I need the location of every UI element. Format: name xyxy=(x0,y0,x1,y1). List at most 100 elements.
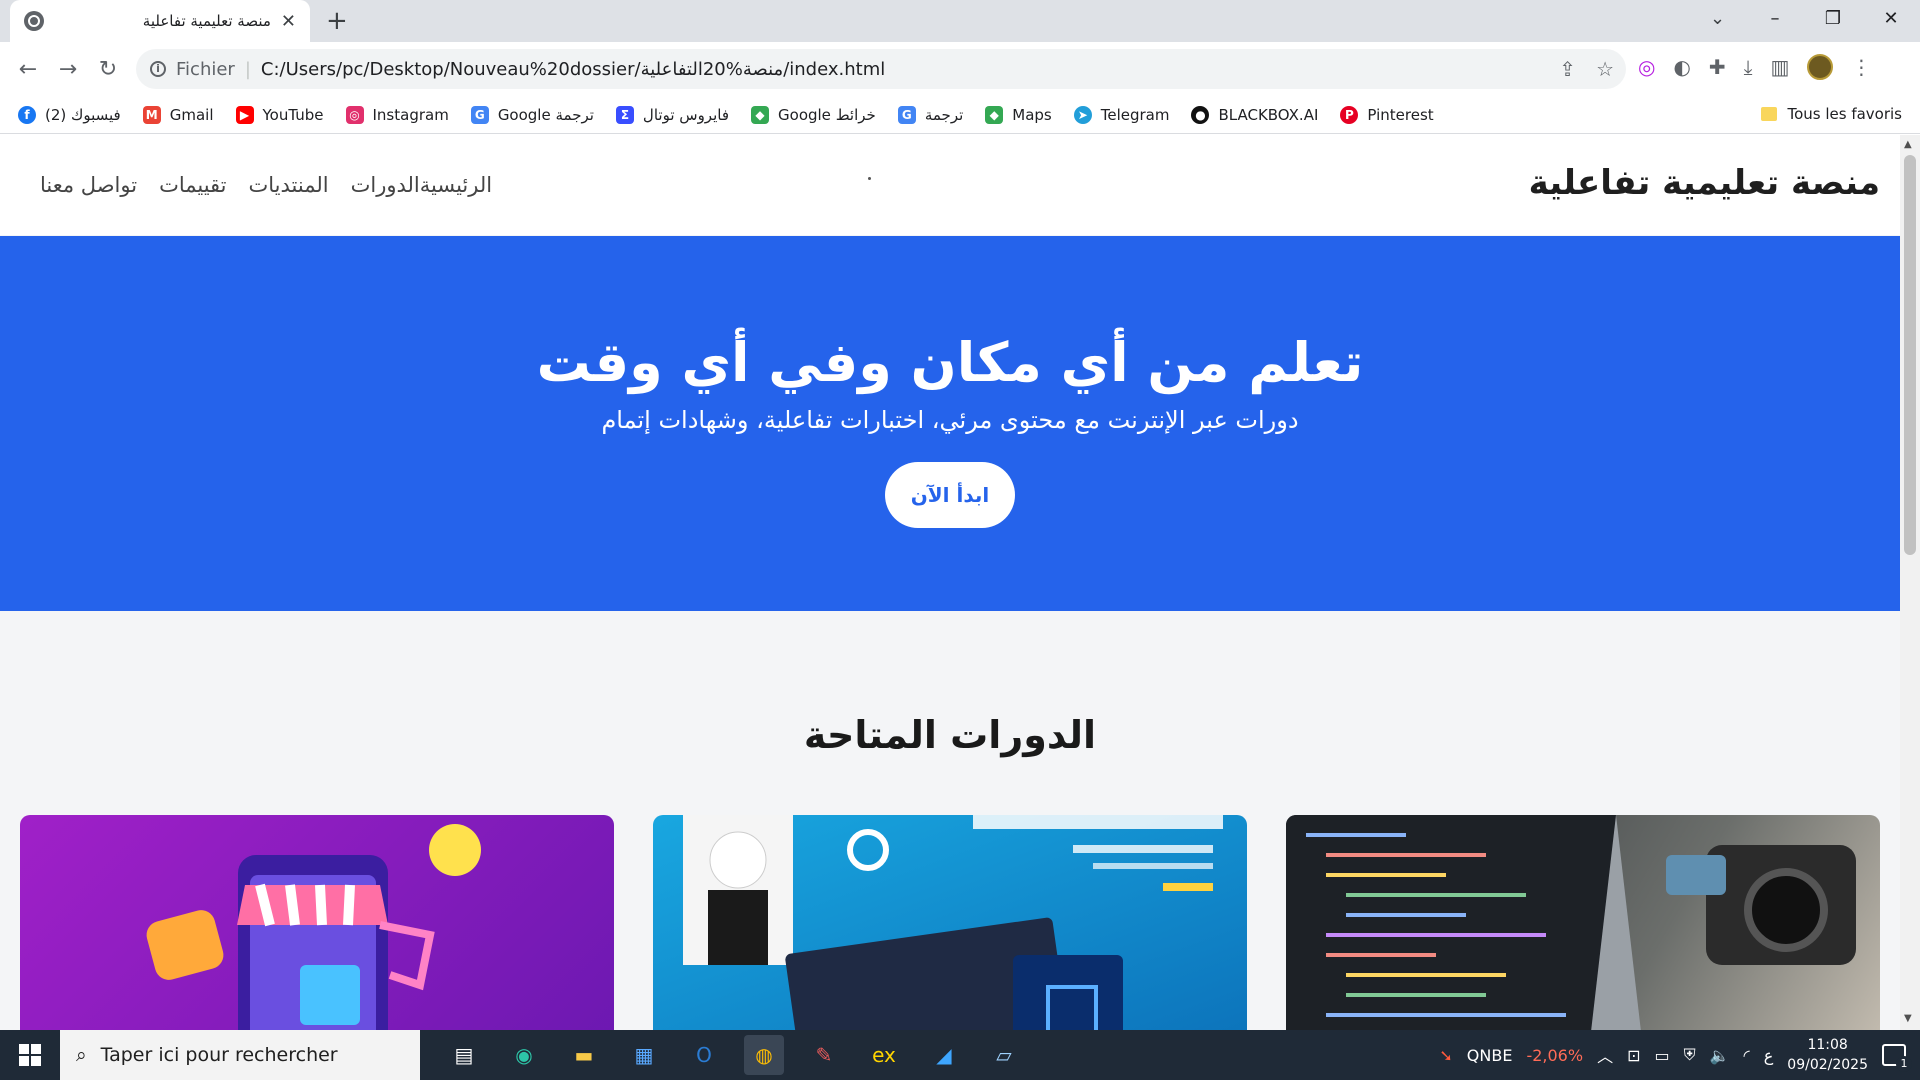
gmail-icon: M xyxy=(142,105,161,124)
hero-title: تعلم من أي مكان وفي أي وقت xyxy=(536,331,1364,394)
course-card-graphic-design[interactable] xyxy=(653,815,1247,1030)
bookmark-label: Google خرائط xyxy=(778,105,876,124)
bookmark-label: Instagram xyxy=(372,105,449,124)
extension-swirl-icon[interactable]: ◎ xyxy=(1638,55,1655,79)
vscode-icon[interactable]: ◢ xyxy=(924,1035,964,1075)
bookmark-instagram[interactable]: ◎ Instagram xyxy=(345,105,449,124)
globe-icon xyxy=(24,11,44,31)
taskbar-search[interactable]: ⌕ Taper ici pour rechercher xyxy=(60,1030,420,1080)
volume-icon[interactable]: 🔈 xyxy=(1710,1046,1730,1065)
close-tab-icon[interactable]: ✕ xyxy=(281,11,296,32)
bookmark-label: (2) فيسبوك xyxy=(45,105,121,124)
security-icon[interactable]: ⛨ xyxy=(1684,1045,1696,1065)
bookmark-virustotal[interactable]: Σ فايروس توتال xyxy=(615,105,729,124)
battery-icon[interactable]: ▭ xyxy=(1654,1046,1669,1065)
tab-search-chevron-icon[interactable]: ⌄ xyxy=(1710,8,1725,29)
programming-illustration xyxy=(1286,815,1856,1030)
edge-icon[interactable]: ◉ xyxy=(504,1035,544,1075)
restore-button[interactable]: ❐ xyxy=(1804,0,1862,40)
wifi-icon[interactable]: ◜ xyxy=(1744,1046,1750,1065)
bookmark-label: Telegram xyxy=(1100,105,1170,124)
hero-subtitle: دورات عبر الإنترنت مع محتوى مرئي، اختبار… xyxy=(601,406,1299,434)
bookmark-telegram[interactable]: ➤ Telegram xyxy=(1073,105,1170,124)
browser-toolbar: ← → ↻ i Fichier | C:/Users/pc/Desktop/No… xyxy=(0,42,1920,96)
nav-forums[interactable]: المنتديات xyxy=(249,173,329,197)
bookmark-label: YouTube xyxy=(262,105,324,124)
system-tray: ➘ QNBE -2,06% ︿ ⊡ ▭ ⛨ 🔈 ◜ ع 11:08 09/02/… xyxy=(1439,1030,1920,1080)
course-card-programming[interactable] xyxy=(1286,815,1880,1030)
taskbar-pinned-apps: ▤ ◉ ▬ ▦ O ◍ ✎ ex ◢ ▱ xyxy=(444,1035,1024,1075)
new-tab-button[interactable]: + xyxy=(326,6,348,36)
taskbar-clock[interactable]: 11:08 09/02/2025 xyxy=(1787,1035,1868,1075)
address-bar[interactable]: i Fichier | C:/Users/pc/Desktop/Nouveau%… xyxy=(136,49,1626,89)
close-window-button[interactable]: ✕ xyxy=(1862,0,1920,40)
bookmark-google-maps-ar[interactable]: ◆ Google خرائط xyxy=(751,105,876,124)
nav-reviews[interactable]: تقييمات xyxy=(159,173,226,197)
telegram-icon: ➤ xyxy=(1073,105,1092,124)
extension-shield-icon[interactable]: ◐ xyxy=(1673,55,1690,79)
start-now-button[interactable]: ابدأ الآن xyxy=(885,462,1015,528)
omnibox-scheme: Fichier xyxy=(176,58,235,80)
side-panel-icon[interactable]: ▥ xyxy=(1771,55,1790,79)
forward-arrow-icon[interactable]: → xyxy=(48,57,88,82)
puzzle-icon[interactable]: ✚ xyxy=(1709,55,1726,79)
file-explorer-icon[interactable]: ▬ xyxy=(564,1035,604,1075)
translate-icon: G xyxy=(897,105,916,124)
notepad-icon[interactable]: ▱ xyxy=(984,1035,1024,1075)
chrome-icon[interactable]: ◍ xyxy=(744,1035,784,1075)
scroll-down-arrow-icon[interactable]: ▼ xyxy=(1904,1013,1912,1024)
browser-tab[interactable]: منصة تعليمية تفاعلية ✕ xyxy=(10,0,310,42)
bookmark-label: ترجمة xyxy=(924,105,964,124)
meet-icon[interactable]: ⊡ xyxy=(1627,1046,1640,1065)
window-controls: – ❐ ✕ xyxy=(1746,0,1920,40)
input-language[interactable]: ع xyxy=(1764,1046,1774,1065)
bookmark-label: Google ترجمة xyxy=(497,105,594,124)
bookmark-label: Pinterest xyxy=(1367,105,1434,124)
chevron-up-icon[interactable]: ︿ xyxy=(1597,1043,1613,1067)
bookmark-pinterest[interactable]: P Pinterest xyxy=(1340,105,1434,124)
reload-icon[interactable]: ↻ xyxy=(88,57,128,82)
scroll-thumb[interactable] xyxy=(1904,155,1916,555)
scroll-up-arrow-icon[interactable]: ▲ xyxy=(1904,139,1912,150)
notification-center-icon[interactable]: 1 xyxy=(1882,1044,1912,1072)
store-icon[interactable]: ▦ xyxy=(624,1035,664,1075)
bookmark-maps[interactable]: ◆ Maps xyxy=(985,105,1052,124)
page-scrollbar[interactable]: ▲ ▼ xyxy=(1900,135,1920,1030)
windows-taskbar: ⌕ Taper ici pour rechercher ▤ ◉ ▬ ▦ O ◍ … xyxy=(0,1030,1920,1080)
site-logo[interactable]: منصة تعليمية تفاعلية xyxy=(1529,163,1880,203)
bookmark-gmail[interactable]: M Gmail xyxy=(142,105,214,124)
bookmark-translate[interactable]: G ترجمة xyxy=(897,105,964,124)
omnibox-url[interactable]: C:/Users/pc/Desktop/Nouveau%20dossier/من… xyxy=(261,59,885,80)
notification-count: 1 xyxy=(1896,1056,1912,1072)
minimize-button[interactable]: – xyxy=(1746,0,1804,40)
all-bookmarks-button[interactable]: Tous les favoris xyxy=(1761,105,1902,123)
bookmark-blackbox[interactable]: ● BLACKBOX.AI xyxy=(1191,105,1318,124)
stock-name[interactable]: QNBE xyxy=(1467,1046,1513,1065)
start-button[interactable] xyxy=(0,1030,60,1080)
outlook-icon[interactable]: O xyxy=(684,1035,724,1075)
task-view-icon[interactable]: ▤ xyxy=(444,1035,484,1075)
excel-app-icon[interactable]: ex xyxy=(864,1035,904,1075)
tab-title: منصة تعليمية تفاعلية xyxy=(142,12,271,30)
bookmark-youtube[interactable]: ▶ YouTube xyxy=(235,105,324,124)
share-icon[interactable]: ⇪ xyxy=(1559,57,1576,81)
bookmark-star-icon[interactable]: ☆ xyxy=(1596,57,1614,81)
nav-contact[interactable]: تواصل معنا xyxy=(40,173,137,197)
maps-icon: ◆ xyxy=(751,105,770,124)
download-icon[interactable]: ⤓ xyxy=(1744,55,1753,79)
all-bookmarks-label: Tous les favoris xyxy=(1787,105,1902,123)
windows-logo-icon xyxy=(19,1044,41,1066)
nav-home-courses[interactable]: الرئيسيةالدورات xyxy=(351,173,492,197)
search-icon: ⌕ xyxy=(76,1044,87,1066)
paint-icon[interactable]: ✎ xyxy=(804,1035,844,1075)
course-card-ecommerce[interactable] xyxy=(20,815,614,1030)
bookmark-facebook[interactable]: f (2) فيسبوك xyxy=(18,105,121,124)
profile-avatar[interactable] xyxy=(1807,54,1834,80)
clock-date: 09/02/2025 xyxy=(1787,1057,1868,1073)
info-icon[interactable]: i xyxy=(150,61,166,77)
back-arrow-icon[interactable]: ← xyxy=(8,57,48,82)
blackbox-icon: ● xyxy=(1191,105,1210,124)
menu-kebab-icon[interactable]: ⋮ xyxy=(1851,55,1871,79)
bookmark-google-translate[interactable]: G Google ترجمة xyxy=(470,105,594,124)
translate-icon: G xyxy=(470,105,489,124)
